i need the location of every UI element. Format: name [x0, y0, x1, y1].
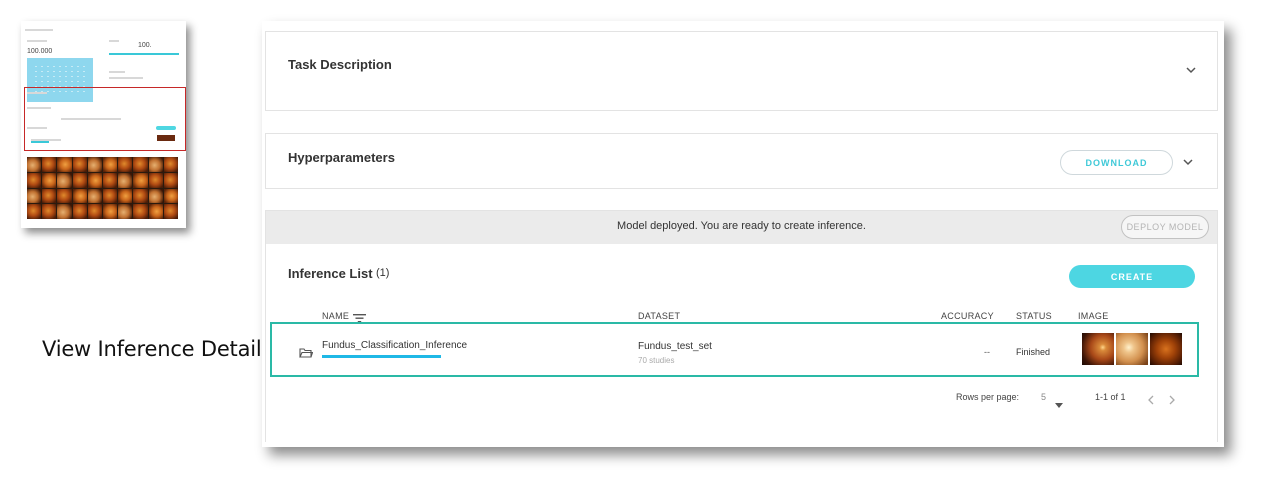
caret-down-icon[interactable] [1055, 395, 1063, 408]
task-description-card[interactable]: Task Description [265, 31, 1218, 111]
column-header-dataset: DATASET [638, 311, 681, 321]
folder-open-icon [299, 345, 314, 358]
thumb-label-line [27, 92, 47, 94]
chevron-down-icon[interactable] [1184, 63, 1198, 77]
fundus-image-thumbnail[interactable] [1116, 333, 1148, 365]
dataset-name: Fundus_test_set [638, 341, 712, 352]
column-header-accuracy: ACCURACY [941, 311, 994, 321]
page-overview-thumbnail: 100.000 100. [21, 21, 186, 228]
hyperparameters-title: Hyperparameters [288, 150, 395, 165]
rows-per-page-label: Rows per page: [956, 392, 1020, 402]
inference-name-link[interactable]: Fundus_Classification_Inference [322, 340, 467, 351]
fundus-image-thumbnail[interactable] [1082, 333, 1114, 365]
inference-card: Model deployed. You are ready to create … [265, 210, 1218, 442]
thumb-image-mosaic [27, 157, 178, 219]
dataset-study-count: 70 studies [638, 356, 675, 365]
chevron-left-icon[interactable] [1147, 392, 1155, 405]
thumb-label-line [27, 40, 47, 42]
deploy-status-banner: Model deployed. You are ready to create … [266, 211, 1217, 244]
pagination-range: 1-1 of 1 [1095, 392, 1126, 402]
filter-list-icon[interactable] [353, 310, 366, 323]
chevron-down-icon[interactable] [1181, 155, 1195, 169]
deploy-model-button[interactable]: DEPLOY MODEL [1121, 215, 1209, 239]
create-inference-button[interactable]: CREATE [1069, 265, 1195, 288]
thumb-slider-value: 100. [138, 42, 152, 49]
detail-panel: Task Description Hyperparameters DOWNLOA… [262, 21, 1224, 447]
deploy-status-message: Model deployed. You are ready to create … [617, 220, 866, 232]
caption-text: View Inference Detail [42, 337, 262, 361]
thumb-progress-line [31, 141, 49, 143]
task-description-title: Task Description [288, 57, 392, 72]
thumb-label-line [109, 77, 143, 79]
column-header-image: IMAGE [1078, 311, 1109, 321]
column-header-name[interactable]: NAME [322, 311, 349, 321]
inference-list-title: Inference List [288, 266, 373, 281]
thumb-label-line [109, 40, 119, 42]
fundus-image-thumbnail[interactable] [1150, 333, 1182, 365]
thumb-label-line [61, 118, 121, 120]
download-button[interactable]: DOWNLOAD [1060, 150, 1173, 175]
thumb-label-line [109, 71, 125, 73]
column-header-status: STATUS [1016, 311, 1052, 321]
thumb-image-strip [157, 135, 175, 141]
rows-per-page-select[interactable]: 5 [1041, 392, 1046, 402]
status-value: Finished [1016, 347, 1051, 357]
inference-list-count: (1) [376, 267, 390, 279]
thumb-title-line [25, 29, 53, 31]
thumb-slider [109, 53, 179, 55]
hyperparameters-card[interactable]: Hyperparameters DOWNLOAD [265, 133, 1218, 189]
inference-progress-bar [322, 355, 441, 358]
thumb-create-button [156, 126, 176, 130]
thumb-header-value: 100.000 [27, 48, 53, 55]
chevron-right-icon[interactable] [1168, 392, 1176, 405]
thumb-label-line [27, 107, 51, 109]
thumb-label-line [27, 127, 47, 129]
accuracy-value: -- [984, 347, 990, 357]
